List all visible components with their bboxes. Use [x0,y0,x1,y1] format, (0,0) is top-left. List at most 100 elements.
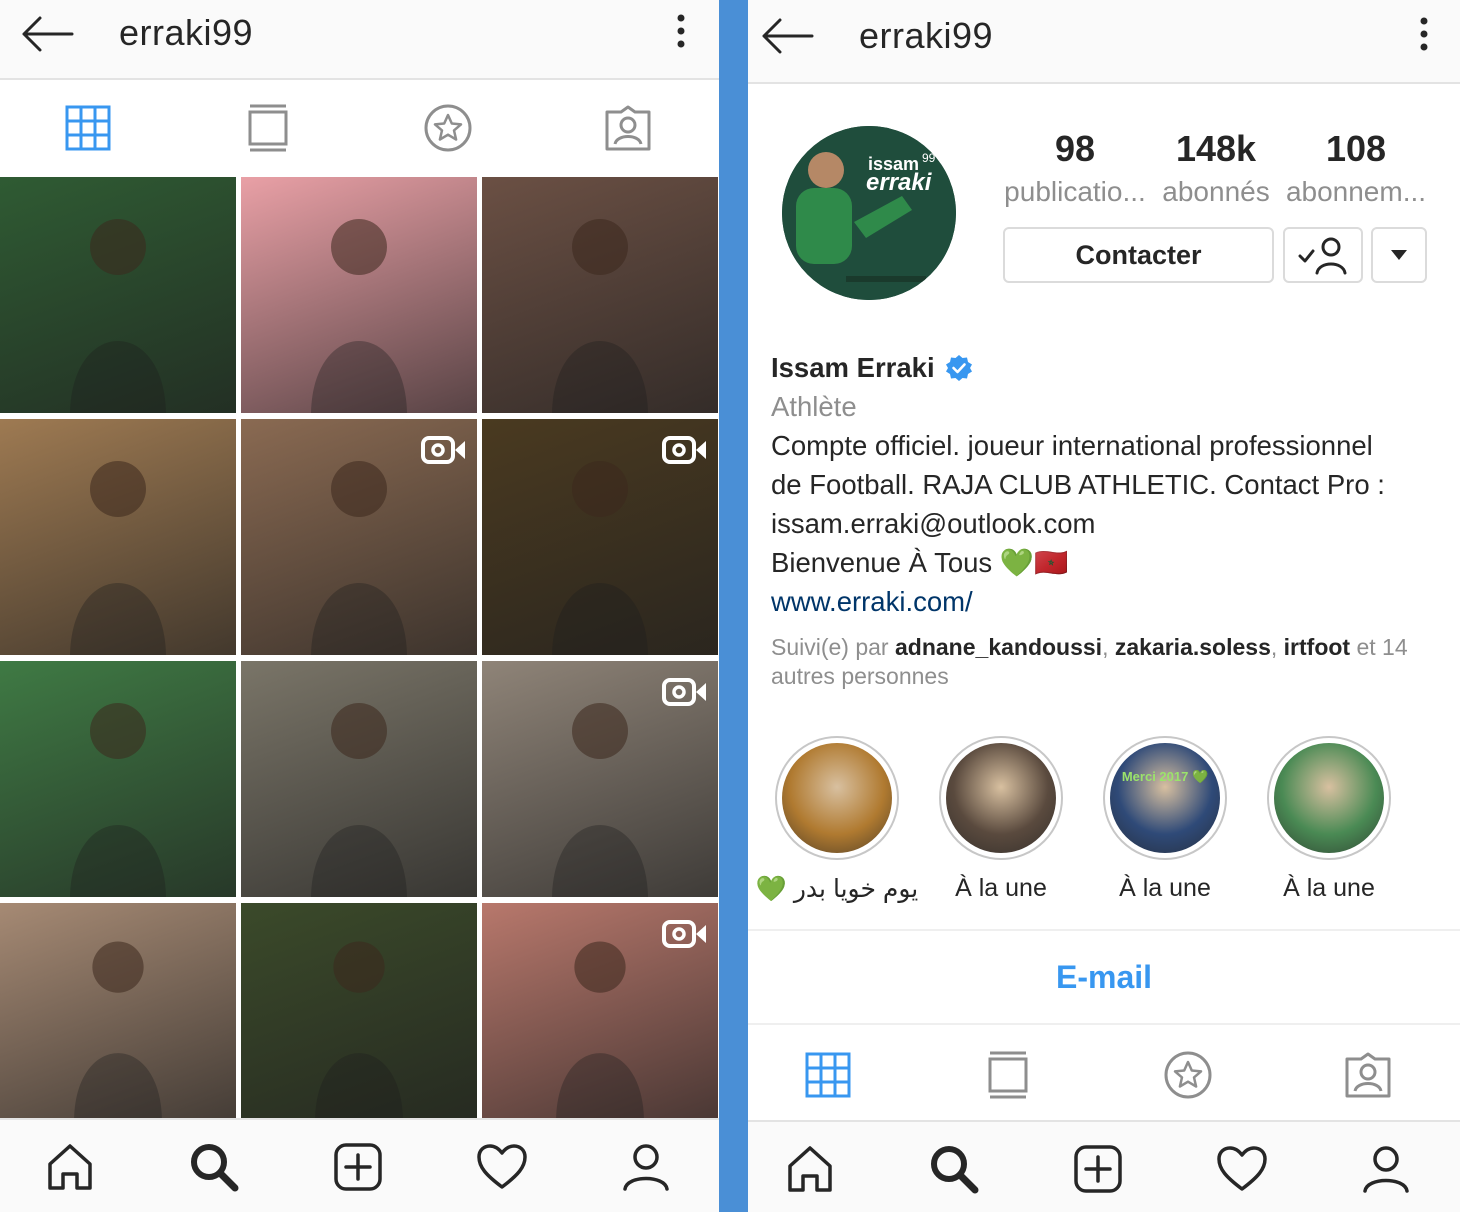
nav-home[interactable] [780,1122,840,1212]
contact-button-label: Contacter [1075,239,1202,270]
profile-name: Issam Erraki [771,352,935,383]
back-arrow-icon[interactable] [760,16,816,56]
grid-icon [805,1052,851,1098]
nav-search[interactable] [924,1122,984,1212]
post-thumbnail[interactable] [241,903,477,1119]
suggestions-dropdown-button[interactable] [1371,227,1427,283]
video-icon [662,436,706,464]
star-icon [424,104,472,152]
nav-profile[interactable] [616,1120,676,1212]
video-icon [662,678,706,706]
nav-search[interactable] [184,1120,244,1212]
nav-home[interactable] [40,1120,100,1212]
home-icon [48,1144,92,1190]
website-link[interactable]: www.erraki.com/ [771,582,1431,621]
profile-avatar[interactable]: issam 99 erraki [782,126,956,300]
feed-icon [988,1051,1028,1099]
profile-tabs [748,1027,1460,1123]
post-thumbnail[interactable] [241,419,477,655]
follower-username[interactable]: zakaria.soless [1115,634,1271,660]
highlight-label: À la une [1283,874,1375,902]
tab-saved[interactable] [1158,1027,1218,1123]
bio-line: de Football. RAJA CLUB ATHLETIC. Contact… [771,469,1385,500]
post-figure [70,703,166,897]
stat-following[interactable]: 108 abonnem... [1284,128,1428,208]
post-figure [552,219,648,413]
stat-followers[interactable]: 148k abonnés [1158,128,1274,208]
bottom-nav [748,1120,1460,1212]
more-options-icon[interactable] [671,14,691,48]
post-thumbnail[interactable] [0,419,236,655]
bottom-nav [0,1118,719,1212]
tagged-icon [605,105,651,151]
post-figure [315,941,403,1119]
star-icon [1164,1051,1212,1099]
story-highlight[interactable]: À la une [1244,736,1414,903]
video-icon [662,920,706,948]
tab-saved[interactable] [418,80,478,176]
story-highlight[interactable]: À la une [916,736,1086,903]
post-figure [311,219,407,413]
grid-icon [65,105,111,151]
posts-count: 98 [1054,128,1096,169]
post-thumbnail[interactable] [482,903,718,1119]
highlight-overlay-text: Merci 2017 💚 [1121,769,1209,784]
email-button-label: E-mail [1055,958,1153,995]
followed-by[interactable]: Suivi(e) par adnane_kandoussi, zakaria.s… [771,633,1431,691]
post-thumbnail[interactable] [241,177,477,413]
post-thumbnail[interactable] [482,661,718,897]
followed-by-suffix-2: autres personnes [771,663,949,689]
following-label: abonnem... [1285,176,1427,207]
right-screen: erraki99 issam 99 erraki 98 publicatio..… [748,0,1460,1212]
following-count: 108 [1325,128,1387,169]
profile-bio: Issam Erraki Athlète Compte officiel. jo… [771,348,1431,691]
post-figure [70,461,166,655]
home-icon [788,1146,832,1192]
post-thumbnail[interactable] [241,661,477,897]
highlight-image [782,743,892,853]
contact-button[interactable]: Contacter [1003,227,1274,283]
following-button[interactable] [1283,227,1363,283]
follower-username[interactable]: adnane_kandoussi [895,634,1102,660]
add-post-icon [334,1143,382,1191]
highlight-label: 💚 يوم خويا بدر [755,875,919,903]
highlight-cover [775,736,899,860]
more-options-icon[interactable] [1414,17,1434,51]
tab-feed[interactable] [238,80,298,176]
tab-grid[interactable] [58,80,118,176]
posts-label: publicatio... [1004,176,1146,207]
search-icon [191,1144,239,1192]
story-highlight[interactable]: Merci 2017 💚 À la une [1080,736,1250,903]
profile-username: erraki99 [119,12,254,53]
tab-grid[interactable] [798,1027,858,1123]
following-check-icon [1298,237,1347,275]
nav-new-post[interactable] [1068,1122,1128,1212]
tab-tagged[interactable] [1338,1027,1398,1123]
post-thumbnail[interactable] [0,177,236,413]
follower-username[interactable]: irtfoot [1284,634,1350,660]
search-icon [931,1146,979,1194]
profile-category: Athlète [771,391,857,422]
posts-grid [0,177,719,1119]
post-thumbnail[interactable] [482,177,718,413]
post-thumbnail[interactable] [0,903,236,1119]
post-figure [74,941,162,1119]
highlight-image [1274,743,1384,853]
tab-feed[interactable] [978,1027,1038,1123]
nav-activity[interactable] [1212,1122,1272,1212]
highlight-cover [939,736,1063,860]
email-button[interactable]: E-mail [748,929,1460,1025]
stat-posts[interactable]: 98 publicatio... [1002,128,1148,208]
profile-tabs [0,80,719,176]
post-thumbnail[interactable] [0,661,236,897]
post-thumbnail[interactable] [482,419,718,655]
story-highlight[interactable]: 💚 يوم خويا بدر [752,736,922,904]
back-arrow-icon[interactable] [20,14,76,54]
top-bar: erraki99 [0,0,719,80]
nav-new-post[interactable] [328,1120,388,1212]
heart-icon [477,1144,527,1189]
avatar-number: 99 [922,151,936,165]
nav-profile[interactable] [1356,1122,1416,1212]
tab-tagged[interactable] [598,80,658,176]
nav-activity[interactable] [472,1120,532,1212]
